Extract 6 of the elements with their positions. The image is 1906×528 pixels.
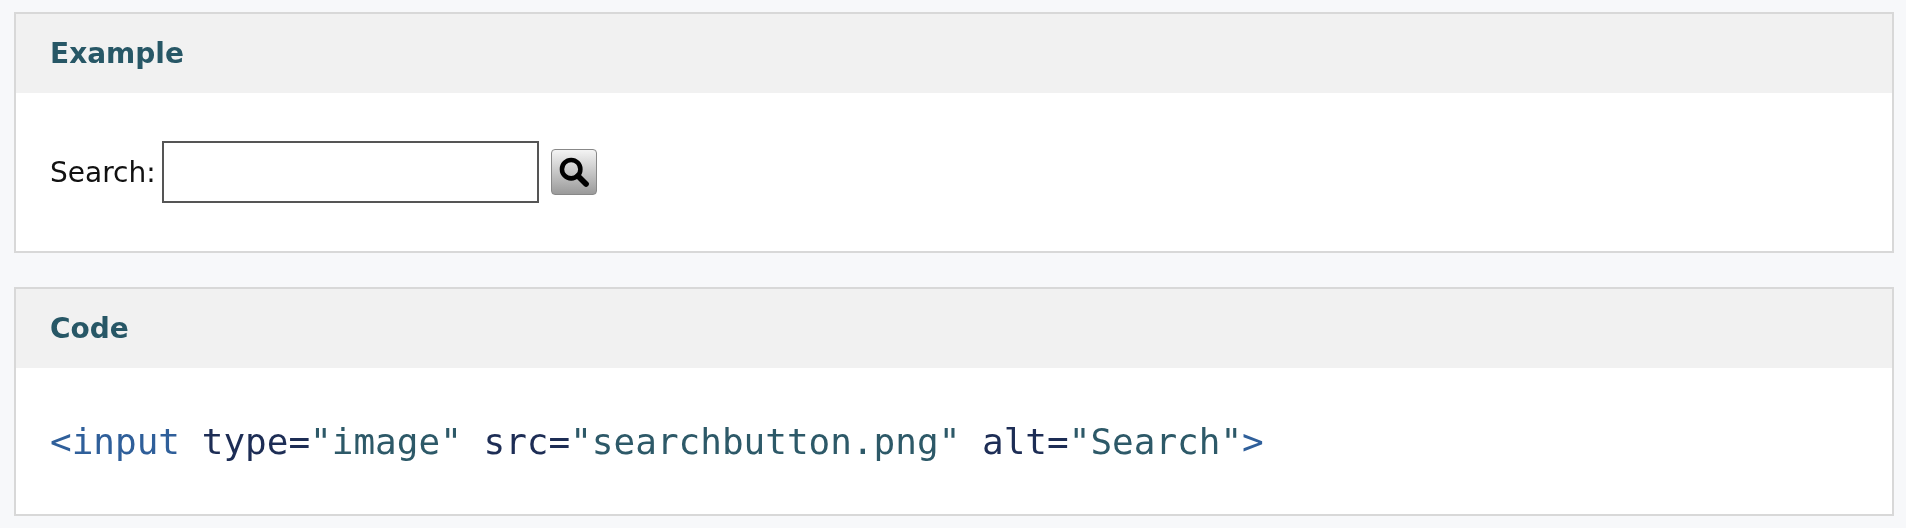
panel-title: Code [50,312,129,345]
code-snippet: <input type="image" src="searchbutton.png" alt="Search"> [50,420,1264,462]
search-field[interactable] [161,141,539,203]
search-button[interactable] [550,149,597,195]
panel-title: Example [50,37,184,70]
search-label: Search: [50,155,156,189]
